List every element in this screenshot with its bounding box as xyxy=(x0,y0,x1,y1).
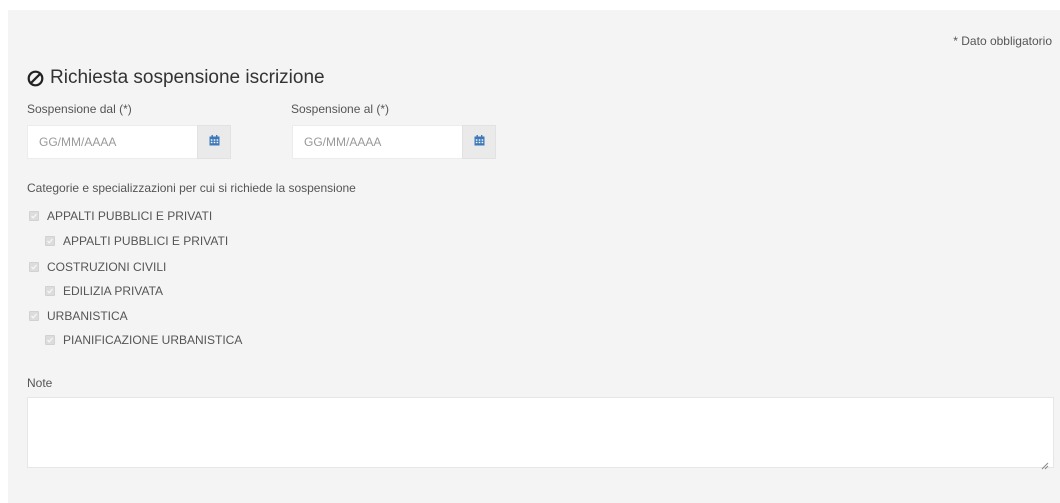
date-to-label: Sospensione al (*) xyxy=(291,102,390,116)
date-to-calendar-button[interactable] xyxy=(462,125,496,159)
date-to-input[interactable] xyxy=(292,125,462,159)
date-from-label: Sospensione dal (*) xyxy=(27,102,132,116)
categories-label: Categorie e specializzazioni per cui si … xyxy=(27,181,356,195)
calendar-icon xyxy=(209,133,220,151)
checkbox-checked-icon[interactable] xyxy=(29,311,39,321)
subcategory-pianificazione-urbanistica[interactable]: PIANIFICAZIONE URBANISTICA xyxy=(45,333,242,347)
category-label: COSTRUZIONI CIVILI xyxy=(47,260,167,274)
checkbox-checked-icon[interactable] xyxy=(45,286,55,296)
date-from-group xyxy=(27,125,231,159)
required-field-note: * Dato obbligatorio xyxy=(953,34,1052,48)
resize-grip-icon[interactable] xyxy=(1041,457,1049,470)
subcategory-label: APPALTI PUBBLICI E PRIVATI xyxy=(63,234,229,248)
category-costruzioni-civili[interactable]: COSTRUZIONI CIVILI xyxy=(29,260,166,274)
date-to-group xyxy=(292,125,496,159)
page-title-text: Richiesta sospensione iscrizione xyxy=(50,67,325,88)
calendar-icon xyxy=(474,133,485,151)
subcategory-label: EDILIZIA PRIVATA xyxy=(63,284,164,298)
form-panel: * Dato obbligatorio Richiesta sospension… xyxy=(8,10,1060,503)
subcategory-edilizia-privata[interactable]: EDILIZIA PRIVATA xyxy=(45,284,163,298)
notes-label: Note xyxy=(27,376,53,390)
ban-icon xyxy=(27,70,44,87)
notes-textarea[interactable] xyxy=(27,397,1054,468)
checkbox-checked-icon[interactable] xyxy=(45,236,55,246)
category-label: APPALTI PUBBLICI E PRIVATI xyxy=(47,209,213,223)
date-from-calendar-button[interactable] xyxy=(197,125,231,159)
category-label: URBANISTICA xyxy=(47,309,128,323)
category-urbanistica[interactable]: URBANISTICA xyxy=(29,309,128,323)
subcategory-label: PIANIFICAZIONE URBANISTICA xyxy=(63,333,243,347)
date-from-input[interactable] xyxy=(27,125,197,159)
category-appalti[interactable]: APPALTI PUBBLICI E PRIVATI xyxy=(29,209,212,223)
subcategory-appalti[interactable]: APPALTI PUBBLICI E PRIVATI xyxy=(45,234,228,248)
checkbox-checked-icon[interactable] xyxy=(29,211,39,221)
checkbox-checked-icon[interactable] xyxy=(45,335,55,345)
page-title: Richiesta sospensione iscrizione xyxy=(27,67,325,89)
checkbox-checked-icon[interactable] xyxy=(29,262,39,272)
